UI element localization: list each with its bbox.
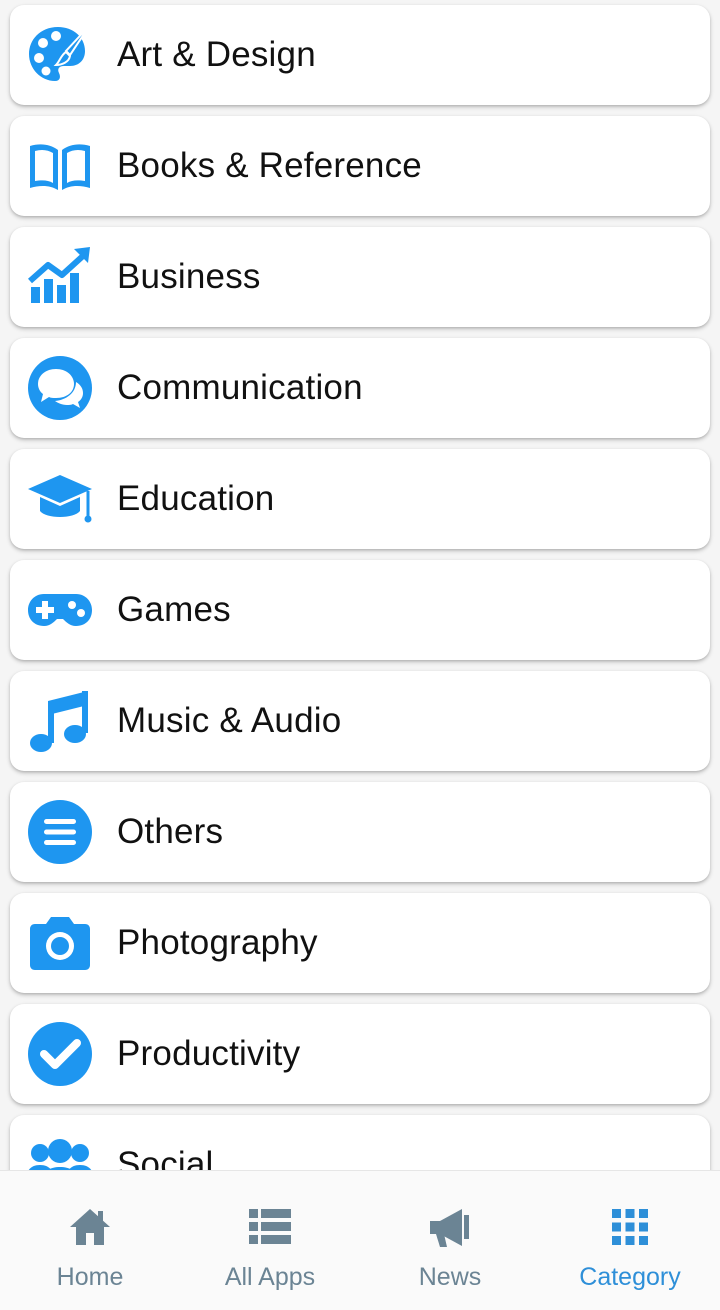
menu-circle-icon — [26, 798, 94, 866]
nav-all-apps[interactable]: All Apps — [180, 1171, 360, 1310]
screen: Art & Design Books & Reference Business … — [0, 0, 720, 1310]
users-icon — [26, 1131, 94, 1170]
nav-label-news: News — [418, 1263, 482, 1291]
category-label: Books & Reference — [117, 146, 422, 185]
category-item-art-design[interactable]: Art & Design — [10, 5, 710, 105]
category-list[interactable]: Art & Design Books & Reference Business … — [0, 0, 720, 1170]
nav-label-all-apps: All Apps — [224, 1263, 316, 1291]
chart-growth-icon — [26, 243, 94, 311]
category-label: Social — [117, 1145, 214, 1170]
nav-label-category: Category — [579, 1263, 681, 1291]
megaphone-icon — [428, 1205, 472, 1249]
palette-icon — [26, 21, 94, 89]
category-label: Education — [117, 479, 275, 518]
book-icon — [26, 132, 94, 200]
category-item-games[interactable]: Games — [10, 560, 710, 660]
category-label: Photography — [117, 923, 318, 962]
home-icon — [68, 1205, 112, 1249]
music-note-icon — [26, 687, 94, 755]
category-label: Games — [117, 590, 231, 629]
category-label: Business — [117, 257, 261, 296]
category-label: Music & Audio — [117, 701, 342, 740]
bottom-navigation: Home All Apps News Category — [0, 1170, 720, 1310]
chat-bubbles-icon — [26, 354, 94, 422]
grid-icon — [608, 1205, 652, 1249]
gamepad-icon — [26, 576, 94, 644]
category-item-communication[interactable]: Communication — [10, 338, 710, 438]
category-item-others[interactable]: Others — [10, 782, 710, 882]
category-label: Productivity — [117, 1034, 301, 1073]
category-item-music-audio[interactable]: Music & Audio — [10, 671, 710, 771]
camera-icon — [26, 909, 94, 977]
nav-label-home: Home — [56, 1263, 124, 1291]
list-icon — [248, 1205, 292, 1249]
nav-home[interactable]: Home — [0, 1171, 180, 1310]
check-circle-icon — [26, 1020, 94, 1088]
nav-category[interactable]: Category — [540, 1171, 720, 1310]
graduation-cap-icon — [26, 465, 94, 533]
category-item-productivity[interactable]: Productivity — [10, 1004, 710, 1104]
category-item-business[interactable]: Business — [10, 227, 710, 327]
category-item-social[interactable]: Social — [10, 1115, 710, 1170]
category-label: Communication — [117, 368, 363, 407]
category-label: Others — [117, 812, 224, 851]
category-item-education[interactable]: Education — [10, 449, 710, 549]
category-item-books-reference[interactable]: Books & Reference — [10, 116, 710, 216]
category-item-photography[interactable]: Photography — [10, 893, 710, 993]
nav-news[interactable]: News — [360, 1171, 540, 1310]
category-label: Art & Design — [117, 35, 316, 74]
